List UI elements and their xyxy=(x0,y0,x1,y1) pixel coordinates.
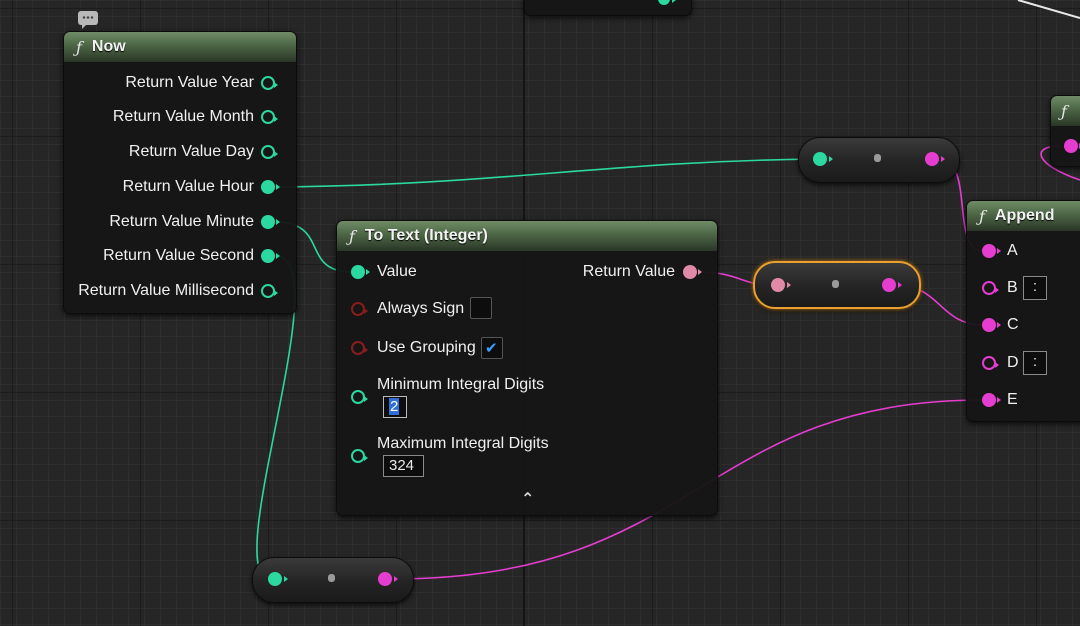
now-output-day-label: Return Value Day xyxy=(128,143,254,160)
append-d-label: D xyxy=(1007,354,1019,371)
checkmark-icon: ✔ xyxy=(485,340,498,357)
now-output-month-pin[interactable] xyxy=(261,110,278,124)
append-e-label: E xyxy=(1007,391,1018,408)
reroute-hour-in-pin[interactable] xyxy=(813,152,833,166)
now-output-minute-label: Return Value Minute xyxy=(109,213,254,230)
append-d-input[interactable]: : xyxy=(1023,351,1047,375)
node-partial-right[interactable]: ƒ xyxy=(1050,95,1080,167)
append-b-pin[interactable] xyxy=(982,281,999,295)
min-digits-label: Minimum Integral Digits xyxy=(377,376,545,393)
node-to-text-header[interactable]: ƒ To Text (Integer) xyxy=(337,221,717,251)
node-to-text-title: To Text (Integer) xyxy=(364,227,488,244)
function-icon: ƒ xyxy=(76,37,82,57)
reroute-selected-center-dot xyxy=(832,280,839,288)
collapse-arrow-icon[interactable]: ⌃ xyxy=(521,489,534,509)
append-a-label: A xyxy=(1007,242,1018,259)
partial-output-pin[interactable] xyxy=(1064,139,1080,153)
now-output-second-pin[interactable] xyxy=(261,249,280,263)
to-text-value-pin[interactable] xyxy=(351,265,370,279)
append-b-label: B xyxy=(1007,279,1018,296)
to-text-return-pin[interactable] xyxy=(683,265,702,279)
reroute-second-in-pin[interactable] xyxy=(268,572,288,586)
max-digits-pin[interactable] xyxy=(351,449,368,463)
reroute-selected-in-pin[interactable] xyxy=(771,278,791,292)
append-c-label: C xyxy=(1007,316,1019,333)
reroute-second-center-dot xyxy=(328,574,335,582)
now-output-hour-label: Return Value Hour xyxy=(122,178,254,195)
now-output-millisecond-pin[interactable] xyxy=(261,284,278,298)
max-digits-input[interactable]: 324 xyxy=(383,455,424,477)
now-output-month-label: Return Value Month xyxy=(112,108,254,125)
reroute-hour-out-pin[interactable] xyxy=(925,152,945,166)
always-sign-pin[interactable] xyxy=(351,302,368,316)
function-icon: ƒ xyxy=(979,206,985,226)
append-c-pin[interactable] xyxy=(982,318,1001,332)
max-digits-label: Maximum Integral Digits xyxy=(377,435,549,452)
function-icon: ƒ xyxy=(349,226,355,246)
min-digits-input[interactable]: 2 xyxy=(383,396,407,418)
comment-icon[interactable] xyxy=(78,11,98,29)
reroute-second-out-pin[interactable] xyxy=(378,572,398,586)
node-partial-header[interactable]: ƒ xyxy=(1051,96,1080,126)
min-digits-pin[interactable] xyxy=(351,390,368,404)
now-output-year-label: Return Value Year xyxy=(125,74,254,91)
now-output-year-pin[interactable] xyxy=(261,76,278,90)
use-grouping-pin[interactable] xyxy=(351,341,368,355)
reroute-selected-out-pin[interactable] xyxy=(882,278,902,292)
node-append-header[interactable]: ƒ Append xyxy=(967,201,1080,231)
node-now-header[interactable]: ƒ Now xyxy=(64,32,296,62)
use-grouping-checkbox[interactable]: ✔ xyxy=(481,337,503,359)
node-append-title: Append xyxy=(994,207,1055,224)
append-d-pin[interactable] xyxy=(982,356,999,370)
append-b-input[interactable]: : xyxy=(1023,276,1047,300)
function-icon: ƒ xyxy=(1061,101,1067,121)
now-output-minute-pin[interactable] xyxy=(261,215,280,229)
reroute-hour-center-dot xyxy=(874,154,881,162)
append-e-pin[interactable] xyxy=(982,393,1001,407)
node-append[interactable]: ƒ Append xyxy=(966,200,1080,422)
node-now-title: Now xyxy=(91,38,126,55)
always-sign-checkbox[interactable] xyxy=(470,297,492,319)
now-output-millisecond-label: Return Value Millisecond xyxy=(78,282,254,299)
use-grouping-label: Use Grouping xyxy=(377,339,476,356)
now-output-hour-pin[interactable] xyxy=(261,180,280,194)
to-text-value-label: Value xyxy=(377,263,417,280)
now-output-day-pin[interactable] xyxy=(261,145,278,159)
min-digits-value: 2 xyxy=(389,398,400,415)
now-output-second-label: Return Value Second xyxy=(103,247,254,264)
wire-offscreen-white xyxy=(1017,0,1080,19)
wire-hour-to-reroute xyxy=(274,158,814,188)
always-sign-label: Always Sign xyxy=(377,300,465,317)
to-text-return-label: Return Value xyxy=(582,263,675,280)
append-a-pin[interactable] xyxy=(982,244,1001,258)
